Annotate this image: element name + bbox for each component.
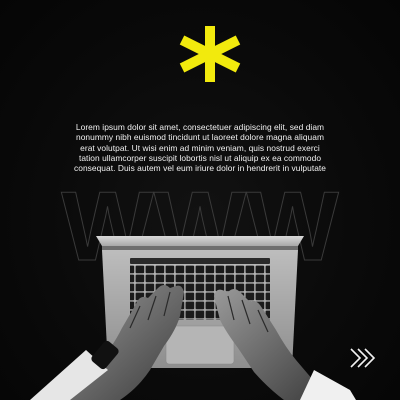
double-chevron-right-icon[interactable]	[348, 346, 378, 370]
laptop-photo	[30, 236, 356, 400]
body-text: Lorem ipsum dolor sit amet, consectetuer…	[74, 122, 326, 174]
social-post: Lorem ipsum dolor sit amet, consectetuer…	[0, 0, 400, 400]
asterisk-icon	[179, 26, 241, 82]
